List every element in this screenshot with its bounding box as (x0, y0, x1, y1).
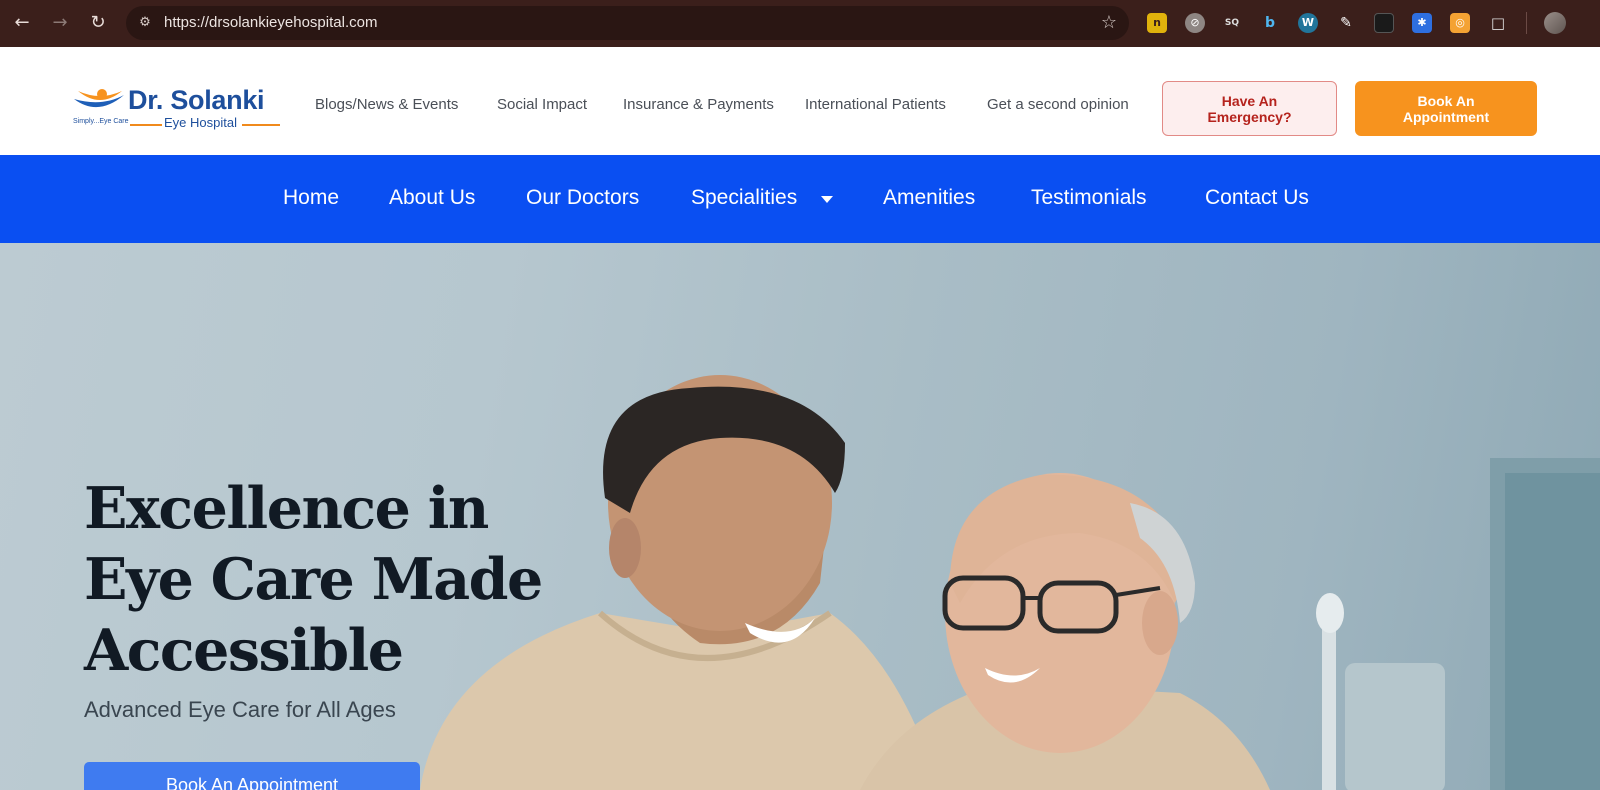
url-text[interactable]: https://drsolankieyehospital.com (164, 14, 377, 31)
extension-grey-icon[interactable]: ⊘ (1185, 13, 1205, 33)
nav-specialities[interactable]: Specialities (691, 186, 797, 210)
toplink-international[interactable]: International Patients (805, 96, 946, 113)
back-icon[interactable]: ← (10, 11, 34, 35)
forward-icon[interactable]: → (48, 11, 72, 35)
extension-wordpress-icon[interactable]: W (1298, 13, 1318, 33)
hero-book-appointment-button[interactable]: Book An Appointment (84, 762, 420, 790)
profile-avatar[interactable] (1544, 12, 1566, 34)
logo-name: Dr. Solanki (128, 85, 265, 115)
main-nav: Home About Us Our Doctors Specialities A… (0, 155, 1600, 243)
extension-eyedropper-icon[interactable]: ✎ (1336, 13, 1356, 33)
nav-about-us[interactable]: About Us (389, 186, 475, 210)
hero-title-line: Excellence in (84, 475, 489, 542)
book-appointment-button[interactable]: Book An Appointment (1355, 81, 1537, 136)
hero-section: Excellence in Eye Care Made Accessible A… (0, 243, 1600, 790)
toolbar-divider (1526, 12, 1527, 34)
nav-contact-us[interactable]: Contact Us (1205, 186, 1309, 210)
hero-subtitle: Advanced Eye Care for All Ages (84, 697, 396, 722)
extension-blue-gear-icon[interactable]: ✱ (1412, 13, 1432, 33)
bookmark-star-icon[interactable]: ☆ (1101, 12, 1117, 33)
address-bar[interactable]: ⚙ https://drsolankieyehospital.com ☆ (126, 6, 1129, 40)
logo-rule-right (242, 124, 280, 126)
hero-title-line: Eye Care Made (84, 546, 543, 613)
site-logo[interactable]: Dr. Solanki Simply...Eye Care Eye Hospit… (72, 85, 287, 135)
browser-toolbar: ← → ↻ ⚙ https://drsolankieyehospital.com… (0, 0, 1600, 47)
extension-n-icon[interactable]: n (1147, 13, 1167, 33)
site-settings-icon[interactable]: ⚙ (136, 14, 154, 32)
emergency-button[interactable]: Have An Emergency? (1162, 81, 1337, 136)
site-header: Dr. Solanki Simply...Eye Care Eye Hospit… (0, 47, 1600, 155)
extension-orange-icon[interactable]: ◎ (1450, 13, 1470, 33)
reload-icon[interactable]: ↻ (86, 11, 110, 35)
toplink-blogs[interactable]: Blogs/News & Events (315, 96, 458, 113)
extension-dark-icon[interactable] (1374, 13, 1394, 33)
toplink-second-opinion[interactable]: Get a second opinion (987, 96, 1129, 113)
chevron-down-icon[interactable] (821, 196, 833, 203)
toplink-social-impact[interactable]: Social Impact (497, 96, 587, 113)
hero-title-line: Accessible (84, 617, 404, 684)
nav-home[interactable]: Home (283, 186, 339, 210)
nav-amenities[interactable]: Amenities (883, 186, 975, 210)
logo-subtitle: Eye Hospital (164, 115, 237, 130)
logo-eye-icon (74, 89, 124, 108)
extensions-puzzle-icon[interactable]: □ (1488, 13, 1508, 33)
toplink-insurance[interactable]: Insurance & Payments (623, 96, 774, 113)
extension-seo-icon[interactable]: SQ (1222, 13, 1242, 33)
nav-our-doctors[interactable]: Our Doctors (526, 186, 639, 210)
extension-b-icon[interactable]: b (1260, 13, 1280, 33)
hero-title: Excellence in Eye Care Made Accessible (84, 473, 564, 686)
logo-tagline: Simply...Eye Care (73, 118, 129, 125)
nav-testimonials[interactable]: Testimonials (1031, 186, 1147, 210)
logo-rule-left (130, 124, 162, 126)
